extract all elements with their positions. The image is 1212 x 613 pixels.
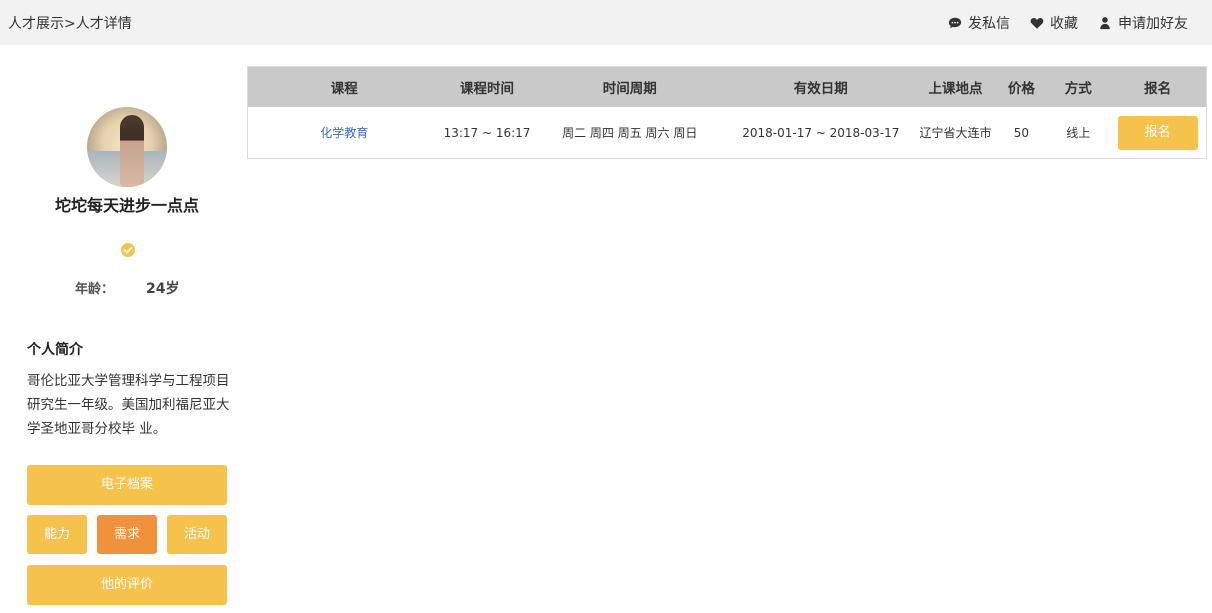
send-message-label: 发私信 — [968, 16, 1010, 32]
activity-button[interactable]: 活动 — [167, 515, 227, 554]
breadcrumb[interactable]: 人才展示>人才详情 — [8, 13, 132, 33]
course-location: 辽宁省大连市 — [919, 126, 992, 140]
add-friend-button[interactable]: 申请加好友 — [1098, 13, 1188, 33]
top-bar: 人才展示>人才详情 发私信 收藏 申请加好友 — [0, 0, 1212, 45]
chat-bubble-icon — [948, 17, 962, 29]
course-price: 50 — [1013, 125, 1030, 140]
header-course-time: 课程时间 — [460, 81, 514, 97]
favorite-button[interactable]: 收藏 — [1030, 13, 1078, 33]
header-price: 价格 — [1007, 81, 1035, 97]
signup-cell: 报名 — [1109, 107, 1206, 158]
review-button[interactable]: 他的评价 — [27, 565, 227, 605]
verified-check-icon — [121, 243, 135, 257]
header-valid-date: 有效日期 — [793, 81, 848, 97]
course-table: 课程 课程时间 时间周期 有效日期 上课地点 价格 方式 报名 化学教育 13:… — [247, 66, 1207, 159]
top-actions: 发私信 收藏 申请加好友 — [948, 13, 1188, 33]
header-signup: 报名 — [1144, 81, 1172, 97]
ability-button[interactable]: 能力 — [27, 515, 87, 554]
demand-button[interactable]: 需求 — [97, 515, 157, 554]
course-link[interactable]: 化学教育 — [248, 107, 441, 158]
user-icon — [1100, 17, 1110, 30]
header-mode: 方式 — [1064, 81, 1092, 97]
header-course: 课程 — [330, 81, 358, 97]
age-value: 24岁 — [146, 281, 180, 297]
add-friend-label: 申请加好友 — [1118, 16, 1188, 32]
course-mode: 线上 — [1066, 126, 1091, 140]
age-row: 年龄： 24岁 — [75, 278, 179, 298]
intro-text: 哥伦比亚大学管理科学与工程项目研究生一年级。美国加利福尼亚大学圣地亚哥分校毕 业… — [27, 373, 230, 437]
table-row: 化学教育 13:17 ~ 16:17 周二 周四 周五 周六 周日 2018-0… — [248, 107, 1206, 158]
course-period: 周二 周四 周五 周六 周日 — [562, 126, 698, 140]
course-time: 13:17 ~ 16:17 — [443, 125, 531, 140]
favorite-label: 收藏 — [1050, 16, 1078, 32]
profile-sidebar: 坨坨每天进步一点点 年龄： 24岁 个人简介 哥伦比亚大学管理科学与工程项目研究… — [0, 45, 250, 613]
signup-button[interactable]: 报名 — [1117, 115, 1198, 150]
send-message-button[interactable]: 发私信 — [948, 13, 1010, 33]
age-label: 年龄： — [75, 282, 115, 297]
header-period: 时间周期 — [602, 81, 657, 97]
heart-icon — [1030, 18, 1044, 29]
course-valid-date: 2018-01-17 ~ 2018-03-17 — [742, 125, 900, 140]
header-location: 上课地点 — [928, 81, 983, 97]
e-archive-button[interactable]: 电子档案 — [27, 465, 227, 505]
username: 坨坨每天进步一点点 — [54, 196, 199, 215]
intro-title: 个人简介 — [27, 342, 83, 358]
avatar — [87, 107, 167, 187]
table-header: 课程 课程时间 时间周期 有效日期 上课地点 价格 方式 报名 — [248, 67, 1206, 107]
